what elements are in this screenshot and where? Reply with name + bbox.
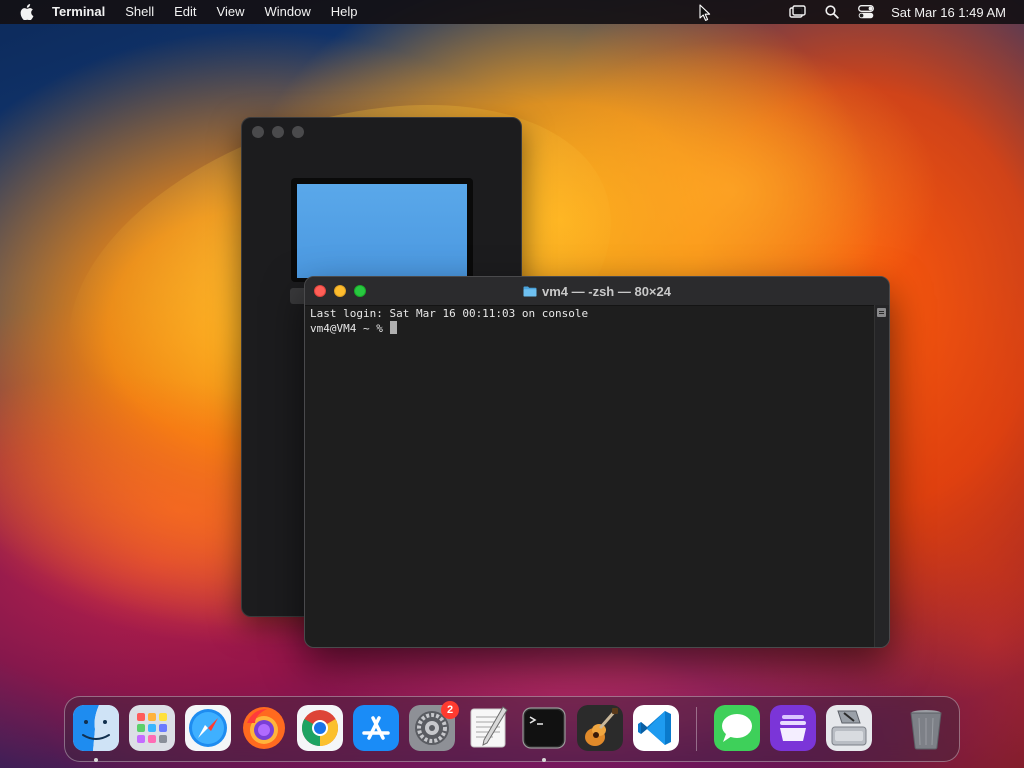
finder-icon[interactable] <box>73 705 119 751</box>
menu-app-name[interactable]: Terminal <box>52 0 105 24</box>
minimize-button[interactable] <box>272 126 284 138</box>
menu-bar: Terminal Shell Edit View Window Help Sat… <box>0 0 1024 24</box>
zoom-button[interactable] <box>292 126 304 138</box>
launchpad-icon[interactable] <box>129 705 175 751</box>
close-button[interactable] <box>252 126 264 138</box>
menu-window[interactable]: Window <box>265 0 311 24</box>
vscode-icon[interactable] <box>633 705 679 751</box>
minimize-button[interactable] <box>334 285 346 297</box>
notification-badge: 2 <box>441 701 459 719</box>
terminal-prompt-line: vm4@VM4 ~ % <box>310 321 873 336</box>
disk-utility-icon[interactable] <box>826 705 872 751</box>
terminal-title-text: vm4 — -zsh — 80×24 <box>542 283 671 299</box>
textedit-icon[interactable] <box>465 705 511 751</box>
menu-help[interactable]: Help <box>331 0 358 24</box>
terminal-prompt: vm4@VM4 ~ % <box>310 322 390 335</box>
split-pane-icon[interactable] <box>877 308 886 317</box>
app-store-icon[interactable] <box>353 705 399 751</box>
menu-bar-status-area: Sat Mar 16 1:49 AM <box>789 0 1024 24</box>
screen-mirroring-icon[interactable] <box>789 3 807 21</box>
folder-icon <box>523 286 537 296</box>
running-indicator <box>94 758 98 762</box>
terminal-scrollbar[interactable] <box>874 305 889 647</box>
menu-shell[interactable]: Shell <box>125 0 154 24</box>
spotlight-search-icon[interactable] <box>823 3 841 21</box>
terminal-title: vm4 — -zsh — 80×24 <box>305 277 889 305</box>
text-cursor <box>390 321 398 334</box>
terminal-icon[interactable] <box>521 705 567 751</box>
window-controls <box>252 126 312 138</box>
display-screen <box>297 184 467 278</box>
mouse-pointer-icon <box>699 4 711 22</box>
close-button[interactable] <box>314 285 326 297</box>
garageband-icon[interactable] <box>577 705 623 751</box>
dock: 2 <box>64 696 960 762</box>
firefox-icon[interactable] <box>241 705 287 751</box>
zoom-button[interactable] <box>354 285 366 297</box>
safari-icon[interactable] <box>185 705 231 751</box>
chrome-icon[interactable] <box>297 705 343 751</box>
terminal-line: Last login: Sat Mar 16 00:11:03 on conso… <box>310 307 589 320</box>
running-indicator <box>542 758 546 762</box>
display-illustration <box>291 178 473 282</box>
menu-edit[interactable]: Edit <box>174 0 196 24</box>
trash-icon[interactable] <box>903 705 949 751</box>
apple-menu-icon[interactable] <box>18 3 36 21</box>
podcasts-icon[interactable] <box>770 705 816 751</box>
control-center-icon[interactable] <box>857 3 875 21</box>
menu-view[interactable]: View <box>217 0 245 24</box>
window-controls <box>314 285 374 297</box>
dock-separator <box>696 707 697 751</box>
terminal-output[interactable]: Last login: Sat Mar 16 00:11:03 on conso… <box>310 307 873 647</box>
terminal-window[interactable]: vm4 — -zsh — 80×24 Last login: Sat Mar 1… <box>304 276 890 648</box>
messages-icon[interactable] <box>714 705 760 751</box>
menu-bar-clock[interactable]: Sat Mar 16 1:49 AM <box>891 5 1006 20</box>
